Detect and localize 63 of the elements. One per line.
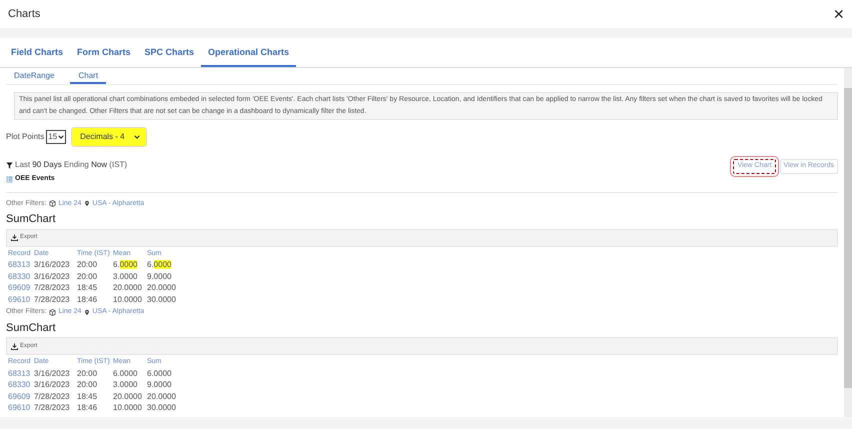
table-cell-text: 10.0000 xyxy=(113,402,143,414)
record-link[interactable]: 69610 xyxy=(8,402,34,414)
table-cell-text: 10.0000 xyxy=(113,294,143,305)
record-link[interactable]: 68330 xyxy=(8,270,34,282)
chart-title: SumChart xyxy=(6,320,57,336)
cube-icon xyxy=(49,308,56,316)
table-cell-text: 3/16/2023 xyxy=(34,270,71,282)
caret-icon xyxy=(134,134,140,140)
table-cell-text: 3.0000 xyxy=(113,270,138,282)
table-cell-text: 6.0000 xyxy=(147,368,172,379)
record-link[interactable]: 68313 xyxy=(8,259,34,270)
table-cell-text: 6.0000 xyxy=(113,368,138,379)
table-cell-text: 20.0000 xyxy=(113,390,143,402)
table-cell-text: 9.0000 xyxy=(147,379,172,390)
table-cell-text: 20.0000 xyxy=(147,282,177,294)
tab[interactable]: SPC Charts xyxy=(138,46,202,67)
sub-tab[interactable]: Chart xyxy=(70,72,106,84)
table-cell-text: 7/28/2023 xyxy=(34,294,71,305)
table-cell-text: 7/28/2023 xyxy=(34,390,71,402)
table-cell-text: 3/16/2023 xyxy=(34,368,71,379)
table-cell-text: 18:45 xyxy=(77,390,98,402)
table-cell-text: 3/16/2023 xyxy=(34,259,71,270)
record-link[interactable]: 68330 xyxy=(8,379,34,390)
table-cell-text: 7/28/2023 xyxy=(34,282,71,294)
decimals-select[interactable]: Decimals - 4 xyxy=(71,127,148,147)
table-cell-text: 3/16/2023 xyxy=(34,379,71,390)
caret-icon xyxy=(58,134,64,140)
table-cell-text: 20.0000 xyxy=(147,390,177,402)
table-cell-text: 18:45 xyxy=(77,282,98,294)
record-link[interactable]: 69609 xyxy=(8,390,34,402)
table-cell-text: 18:46 xyxy=(77,402,98,414)
record-link[interactable]: 68313 xyxy=(8,368,34,379)
tab[interactable]: Form Charts xyxy=(70,46,138,67)
table-cell-text: 20.0000 xyxy=(113,282,143,294)
table-cell-text: 20:00 xyxy=(77,259,98,270)
tab[interactable]: Operational Charts xyxy=(201,46,296,67)
map-pin-icon xyxy=(84,200,90,208)
filter-icon xyxy=(6,162,13,168)
plot-points-label: Plot Points xyxy=(6,131,44,143)
map-pin-icon xyxy=(84,308,90,316)
tab[interactable]: Field Charts xyxy=(4,46,70,67)
table-cell-text: 7/28/2023 xyxy=(34,402,71,414)
date-range-text: Last 90 Days Ending Now (IST) xyxy=(15,159,128,171)
scrollbar[interactable] xyxy=(844,68,852,417)
sub-tab[interactable]: DateRange xyxy=(6,72,62,84)
record-link[interactable]: 69609 xyxy=(8,282,34,294)
table-cell-text: 30.0000 xyxy=(147,294,177,305)
chart-title: SumChart xyxy=(6,212,57,227)
record-link[interactable]: 69610 xyxy=(8,294,34,305)
table-cell-text: 20:00 xyxy=(77,379,98,390)
table-cell-text: 18:46 xyxy=(77,294,98,305)
table-cell-text: 20:00 xyxy=(77,270,98,282)
table-cell-text: 20:00 xyxy=(77,368,98,379)
table-cell-text: 30.0000 xyxy=(147,402,177,414)
close-button[interactable]: × xyxy=(833,5,844,23)
download-icon xyxy=(11,234,18,241)
plot-points-select[interactable]: 15 xyxy=(46,130,66,144)
table-cell-text: 9.0000 xyxy=(147,270,172,282)
dialog-title: Charts xyxy=(8,6,40,22)
cube-icon xyxy=(49,200,56,208)
table-cell-text: 3.0000 xyxy=(113,379,138,390)
table-icon xyxy=(6,176,13,183)
download-icon xyxy=(11,342,18,350)
